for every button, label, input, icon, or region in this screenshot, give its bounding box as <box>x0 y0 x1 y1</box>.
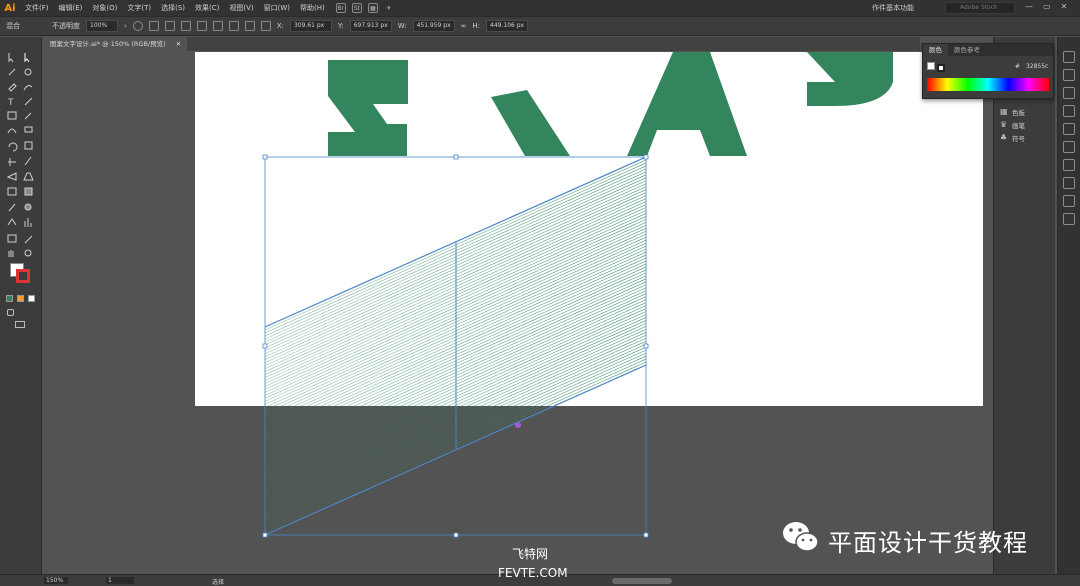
handle-bottom-middle <box>453 532 459 538</box>
center-point-icon <box>515 422 521 428</box>
handle-top-left <box>262 154 268 160</box>
dock-swatches[interactable]: ▦ 色板 <box>994 105 1056 118</box>
hex-value: 32855c <box>1025 63 1049 70</box>
appearance-icon[interactable] <box>1063 195 1075 207</box>
horizontal-scrollbar[interactable] <box>612 578 672 584</box>
panel-stroke-swatch[interactable] <box>937 64 945 72</box>
stroke-icon[interactable] <box>1063 159 1075 171</box>
color-spectrum[interactable] <box>927 78 1049 91</box>
color-panel: 颜色 颜色参考 # 32855c <box>922 43 1054 99</box>
watermark-site-cn: 飞特网 <box>512 547 549 561</box>
transform-icon[interactable] <box>1063 141 1075 153</box>
handle-top-middle <box>453 154 459 160</box>
panel-dock: ▦ 色板 ♛ 画笔 ♣ 符号 <box>993 37 1055 577</box>
swatches-icon: ▦ <box>1000 106 1008 116</box>
zoom-field[interactable]: 150% <box>44 577 68 584</box>
layers-icon[interactable] <box>1063 69 1075 81</box>
artboard-navigator[interactable]: 1 <box>106 577 134 584</box>
watermark-site-en: FEVTE.COM <box>498 566 568 580</box>
align-icon[interactable] <box>1063 105 1075 117</box>
blend-object[interactable] <box>0 0 1080 586</box>
dock-brushes-label: 画笔 <box>1012 121 1025 130</box>
graphic-styles-icon[interactable] <box>1063 213 1075 225</box>
dock-symbols-label: 符号 <box>1012 134 1025 143</box>
pathfinder-icon[interactable] <box>1063 123 1075 135</box>
brush-icon: ♛ <box>1000 119 1008 129</box>
handle-middle-left <box>262 343 268 349</box>
dock-brushes[interactable]: ♛ 画笔 <box>994 118 1056 131</box>
symbol-icon: ♣ <box>1000 132 1008 142</box>
wechat-logo-icon <box>783 522 819 552</box>
hex-field[interactable]: # 32855c <box>1015 63 1048 70</box>
dock-swatches-label: 色板 <box>1012 108 1025 117</box>
properties-icon[interactable] <box>1063 87 1075 99</box>
status-mode[interactable]: 选择 <box>212 577 224 586</box>
tab-color-guide[interactable]: 颜色参考 <box>948 44 986 56</box>
panel-icon-strip <box>1057 37 1080 577</box>
gradient-icon[interactable] <box>1063 177 1075 189</box>
dock-symbols[interactable]: ♣ 符号 <box>994 131 1056 144</box>
panel-fill-swatch[interactable] <box>927 62 935 70</box>
hex-prefix: # <box>1015 63 1021 70</box>
handle-top-right <box>643 154 649 160</box>
handle-bottom-left <box>262 532 268 538</box>
watermark-title: 平面设计干货教程 <box>828 529 1028 557</box>
handle-middle-right <box>643 343 649 349</box>
handle-bottom-right <box>643 532 649 538</box>
color-guide-icon[interactable] <box>1063 51 1075 63</box>
tab-color[interactable]: 颜色 <box>923 44 948 56</box>
